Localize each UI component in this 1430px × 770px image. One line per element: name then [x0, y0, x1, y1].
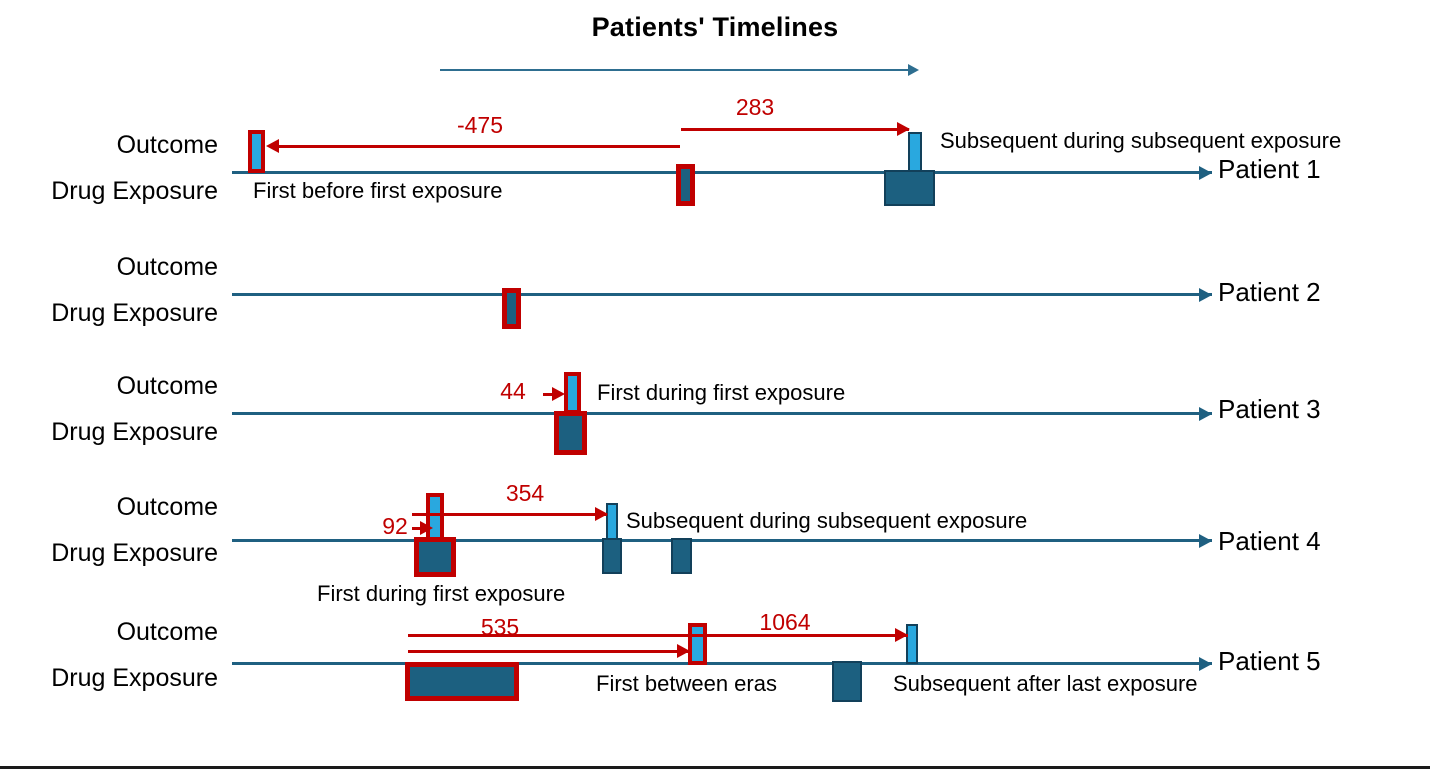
patient-3-timeline: [232, 412, 1212, 415]
patient-3-exposure-label: Drug Exposure: [51, 418, 218, 446]
patient-5-measure-1-line: [408, 650, 688, 653]
patient-1-outcome-label: Outcome: [116, 131, 218, 159]
patient-1-note-1: First before first exposure: [253, 178, 503, 203]
patient-1-exposure-2[interactable]: [884, 170, 935, 206]
patient-5-exposure-1[interactable]: [405, 662, 519, 701]
patient-1-exposure-label: Drug Exposure: [51, 177, 218, 205]
patient-3-measure-1-arrowhead: [552, 387, 565, 401]
patient-1-outcome-event-2[interactable]: [908, 132, 922, 173]
patient-1-exposure-1[interactable]: [676, 164, 695, 206]
bottom-divider: [0, 766, 1430, 769]
patient-5-outcome-label: Outcome: [116, 618, 218, 646]
patient-1-measure-2-value: 283: [735, 94, 775, 120]
patient-5-measure-1-arrowhead: [677, 644, 690, 658]
patient-1-name: Patient 1: [1218, 154, 1321, 184]
patient-3-outcome-label: Outcome: [116, 372, 218, 400]
patient-4-timeline-arrowhead: [1199, 534, 1212, 548]
patient-3-name: Patient 3: [1218, 394, 1321, 424]
patient-4-outcome-label: Outcome: [116, 493, 218, 521]
patient-4-exposure-1[interactable]: [414, 537, 456, 577]
patient-1-note-2: Subsequent during subsequent exposure: [940, 128, 1342, 153]
patient-4-measure-2-line: [412, 513, 607, 516]
patient-5-outcome-event-1[interactable]: [688, 623, 707, 665]
patient-4-measure-1-value: 92: [382, 513, 408, 539]
patient-4-exposure-2[interactable]: [602, 538, 622, 574]
patient-4-measure-2-value: 354: [505, 480, 545, 506]
patient-1-measure-2-arrowhead: [897, 122, 910, 136]
patient-3-outcome-event-1[interactable]: [564, 372, 581, 414]
patient-5-measure-2-value: 1064: [759, 609, 811, 635]
patient-2-outcome-label: Outcome: [116, 253, 218, 281]
patient-1-measure-1-line: [278, 145, 680, 148]
patient-5-timeline: [232, 662, 1212, 665]
patient-1-outcome-event-1[interactable]: [248, 130, 265, 173]
patient-2-exposure-label: Drug Exposure: [51, 299, 218, 327]
patient-2-exposure-1[interactable]: [502, 288, 521, 329]
patient-4-name: Patient 4: [1218, 526, 1321, 556]
patient-5-timeline-arrowhead: [1199, 657, 1212, 671]
patient-1-timeline-arrowhead: [1199, 166, 1212, 180]
patient-1-measure-2-line: [681, 128, 909, 131]
patient-5-note-2: Subsequent after last exposure: [893, 671, 1198, 696]
patient-3-exposure-1[interactable]: [554, 411, 587, 455]
patient-4-measure-2-arrowhead: [595, 507, 608, 521]
patient-1-measure-1-arrowhead: [266, 139, 279, 153]
patient-5-exposure-2[interactable]: [832, 661, 862, 702]
patient-4-exposure-label: Drug Exposure: [51, 539, 218, 567]
patient-3-note-1: First during first exposure: [597, 380, 846, 405]
patient-1-timeline: [232, 171, 1212, 174]
patient-4-exposure-3[interactable]: [671, 538, 692, 574]
patient-2-timeline-arrowhead: [1199, 288, 1212, 302]
patient-3-timeline-arrowhead: [1199, 407, 1212, 421]
patient-2-timeline: [232, 293, 1212, 296]
patient-4-measure-1-arrowhead: [420, 521, 433, 535]
global-time-axis-line: [440, 69, 910, 71]
patient-4-note-2: First during first exposure: [317, 581, 566, 606]
diagram-canvas: Patients' Timelines Outcome Drug Exposur…: [0, 0, 1430, 770]
patient-2-name: Patient 2: [1218, 277, 1321, 307]
patient-5-measure-2-arrowhead: [895, 628, 908, 642]
page-title: Patients' Timelines: [591, 12, 839, 42]
patient-1-measure-1-value: -475: [456, 112, 504, 138]
patient-5-name: Patient 5: [1218, 646, 1321, 676]
patient-4-note-1: Subsequent during subsequent exposure: [626, 508, 1028, 533]
global-time-axis-arrowhead: [908, 64, 919, 76]
patient-5-exposure-label: Drug Exposure: [51, 664, 218, 692]
patient-5-note-1: First between eras: [596, 671, 777, 696]
patient-3-measure-1-value: 44: [500, 378, 526, 404]
